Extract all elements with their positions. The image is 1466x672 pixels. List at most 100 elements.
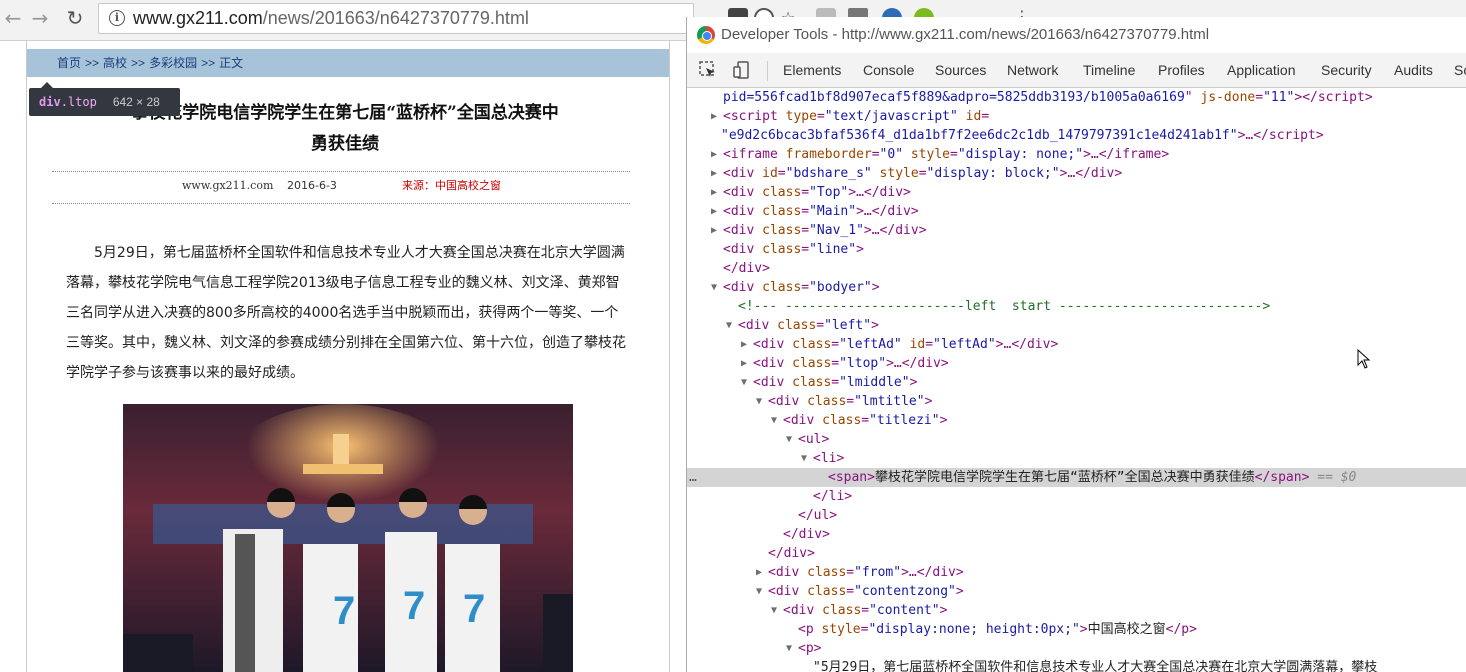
- dom-node[interactable]: <!--- -----------------------left start …: [687, 297, 1466, 316]
- dom-node[interactable]: </ul>: [687, 506, 1466, 525]
- dom-node[interactable]: </div>: [687, 544, 1466, 563]
- dom-node[interactable]: ▼ <div class="contentzong">: [687, 582, 1466, 601]
- address-bar[interactable]: i www.gx211.com/news/201663/n6427370779.…: [98, 3, 694, 34]
- dom-node-markup: <!--- -----------------------left start …: [738, 299, 1271, 314]
- dom-node[interactable]: ▶ <script type="text/javascript" id=: [687, 107, 1466, 126]
- back-arrow-icon[interactable]: ←: [0, 6, 26, 32]
- tab-network[interactable]: Network: [1007, 62, 1058, 78]
- tooltip-class: .ltop: [60, 95, 97, 109]
- device-toolbar-icon[interactable]: [733, 61, 751, 79]
- expand-arrow-icon[interactable]: ▼: [726, 316, 732, 335]
- elements-dom-tree[interactable]: pid=556fcad1bf8d907ecaf5f889&adpro=5825d…: [687, 88, 1466, 672]
- dom-node[interactable]: "e9d2c6bcac3bfaf536f4_d1da1bf7f2ee6dc2c1…: [687, 126, 1466, 145]
- dom-node[interactable]: ▶ <div class="Nav_1">…</div>: [687, 221, 1466, 240]
- divider: [52, 203, 630, 204]
- info-icon[interactable]: i: [109, 10, 125, 26]
- dom-node-markup: <div class="from">…</div>: [768, 565, 964, 580]
- tab-application[interactable]: Application: [1227, 62, 1296, 78]
- collapse-arrow-icon[interactable]: ▶: [711, 145, 717, 164]
- tab-sources[interactable]: Sources: [935, 62, 986, 78]
- dom-node[interactable]: ▼ <li>: [687, 449, 1466, 468]
- breadcrumb-campus[interactable]: 多彩校园: [149, 56, 197, 70]
- dom-node-markup: <span>攀枝花学院电信学院学生在第七届“蓝桥杯”全国总决赛中勇获佳绩</sp…: [828, 470, 1357, 485]
- dom-node-markup: <li>: [813, 451, 845, 466]
- reload-icon[interactable]: ↻: [62, 6, 88, 32]
- tab-profiles[interactable]: Profiles: [1158, 62, 1205, 78]
- dom-node[interactable]: ▼ <div class="content">: [687, 601, 1466, 620]
- collapse-arrow-icon[interactable]: ▶: [711, 107, 717, 126]
- dom-node[interactable]: <div class="line">: [687, 240, 1466, 259]
- mouse-cursor-icon: [1357, 348, 1371, 373]
- dom-node-markup: </ul>: [798, 508, 838, 523]
- collapse-arrow-icon[interactable]: ▶: [711, 164, 717, 183]
- dom-node[interactable]: <p style="display:none; height:0px;">中国高…: [687, 620, 1466, 639]
- expand-arrow-icon[interactable]: ▼: [801, 449, 807, 468]
- dom-node[interactable]: ▶ <iframe frameborder="0" style="display:…: [687, 145, 1466, 164]
- breadcrumb-universities[interactable]: 高校: [103, 56, 127, 70]
- collapse-arrow-icon[interactable]: ▶: [711, 202, 717, 221]
- breadcrumb-separator: >>: [201, 56, 216, 70]
- dom-node[interactable]: ▶ <div id="bdshare_s" style="display: blo…: [687, 164, 1466, 183]
- expand-arrow-icon[interactable]: ▼: [771, 411, 777, 430]
- dom-node[interactable]: ▶ <div class="from">…</div>: [687, 563, 1466, 582]
- tab-timeline[interactable]: Timeline: [1083, 62, 1135, 78]
- expand-arrow-icon[interactable]: ▼: [741, 373, 747, 392]
- breadcrumb-home[interactable]: 首页: [57, 56, 81, 70]
- svg-text:7: 7: [333, 589, 355, 633]
- dom-node[interactable]: ▼ <div class="titlezi">: [687, 411, 1466, 430]
- dom-node[interactable]: ▶ <div class="Top">…</div>: [687, 183, 1466, 202]
- dom-node[interactable]: ▼ <div class="bodyer">: [687, 278, 1466, 297]
- svg-text:7: 7: [463, 587, 485, 631]
- dom-node-markup: <div class="lmiddle">: [753, 375, 918, 390]
- dom-node-markup: <div class="contentzong">: [768, 584, 964, 599]
- dom-node-selected[interactable]: … <span>攀枝花学院电信学院学生在第七届“蓝桥杯”全国总决赛中勇获佳绩</s…: [687, 468, 1466, 487]
- dom-node-markup: pid=556fcad1bf8d907ecaf5f889&adpro=5825d…: [723, 90, 1373, 105]
- tab-audits[interactable]: Audits: [1394, 62, 1433, 78]
- tab-overflow[interactable]: Sc: [1454, 62, 1466, 78]
- dom-node[interactable]: </div>: [687, 525, 1466, 544]
- devtools-title: Developer Tools - http://www.gx211.com/n…: [721, 26, 1210, 43]
- expand-arrow-icon[interactable]: ▼: [711, 278, 717, 297]
- expand-arrow-icon[interactable]: ▼: [786, 430, 792, 449]
- dom-node-markup: <div class="titlezi">: [783, 413, 948, 428]
- collapse-arrow-icon[interactable]: ▶: [711, 183, 717, 202]
- inspect-element-icon[interactable]: [699, 61, 717, 79]
- tab-security[interactable]: Security: [1321, 62, 1372, 78]
- expand-arrow-icon[interactable]: ▼: [756, 582, 762, 601]
- expand-arrow-icon[interactable]: ▼: [756, 392, 762, 411]
- dom-node-markup: <div class="line">: [723, 242, 864, 257]
- expand-arrow-icon[interactable]: ▼: [771, 601, 777, 620]
- dom-node[interactable]: </li>: [687, 487, 1466, 506]
- divider: [52, 171, 630, 172]
- devtools-panel: Developer Tools - http://www.gx211.com/n…: [686, 17, 1466, 672]
- dom-node-markup: <div class="Nav_1">…</div>: [723, 223, 927, 238]
- dom-node[interactable]: ▼ <div class="left">: [687, 316, 1466, 335]
- dom-node[interactable]: ▼ <div class="lmtitle">: [687, 392, 1466, 411]
- tab-elements[interactable]: Elements: [783, 62, 841, 78]
- dom-node[interactable]: ▼ <ul>: [687, 430, 1466, 449]
- dom-node-markup: <iframe frameborder="0" style="display: …: [723, 147, 1170, 162]
- node-actions-icon[interactable]: …: [689, 468, 697, 487]
- dom-node-markup: <script type="text/javascript" id=: [723, 109, 990, 124]
- collapse-arrow-icon[interactable]: ▶: [756, 563, 762, 582]
- breadcrumb-current: 正文: [219, 56, 244, 70]
- collapse-arrow-icon[interactable]: ▶: [741, 335, 747, 354]
- dom-node[interactable]: pid=556fcad1bf8d907ecaf5f889&adpro=5825d…: [687, 88, 1466, 107]
- web-page: 首页 >> 高校 >> 多彩校园 >> 正文 攀枝花学院电信学院学生在第七届“蓝桥杯”全国总…: [0, 41, 686, 672]
- dom-node[interactable]: </div>: [687, 259, 1466, 278]
- expand-arrow-icon[interactable]: ▼: [786, 639, 792, 658]
- tab-console[interactable]: Console: [863, 62, 914, 78]
- dom-node-markup: </div>: [723, 261, 770, 276]
- tooltip-size: 642 × 28: [112, 95, 160, 109]
- collapse-arrow-icon[interactable]: ▶: [711, 221, 717, 240]
- dom-node[interactable]: ▶ <div class="ltop">…</div>: [687, 354, 1466, 373]
- forward-arrow-icon[interactable]: →: [27, 6, 53, 32]
- dom-node[interactable]: ▶ <div class="Main">…</div>: [687, 202, 1466, 221]
- collapse-arrow-icon[interactable]: ▶: [741, 354, 747, 373]
- dom-node[interactable]: ▼ <div class="lmiddle">: [687, 373, 1466, 392]
- dom-node[interactable]: "5月29日，第七届蓝桥杯全国软件和信息技术专业人才大赛全国总决赛在北京大学圆满…: [687, 658, 1466, 672]
- devtools-titlebar: Developer Tools - http://www.gx211.com/n…: [687, 17, 1466, 53]
- url-text[interactable]: www.gx211.com/news/201663/n6427370779.ht…: [133, 8, 529, 29]
- dom-node[interactable]: ▶ <div class="leftAd" id="leftAd">…</div>: [687, 335, 1466, 354]
- dom-node[interactable]: ▼ <p>: [687, 639, 1466, 658]
